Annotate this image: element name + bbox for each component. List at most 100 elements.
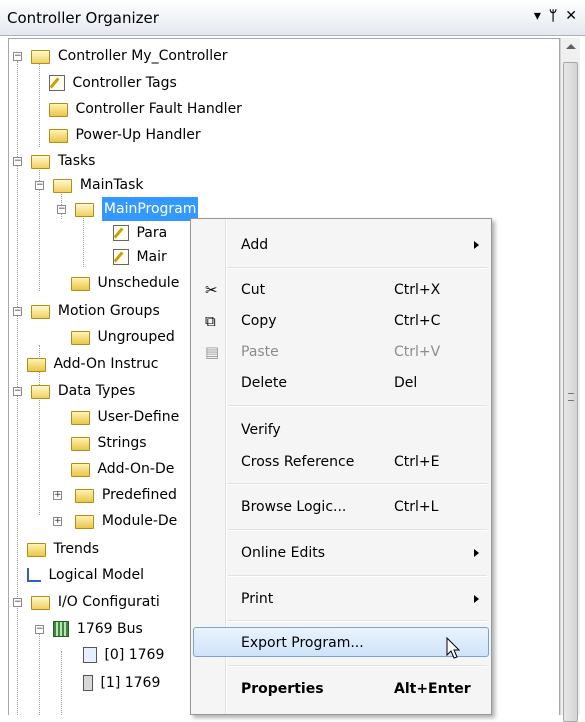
dropdown-icon[interactable]: ▾ [534,8,543,24]
menu-item-shortcut: Ctrl+V [394,344,441,360]
tree-item-fault-handler[interactable]: Controller Fault Handler [49,97,242,121]
menu-item-paste[interactable]: ▤ Paste Ctrl+V [193,337,489,367]
menu-item-print[interactable]: Print [193,584,489,614]
menu-item-online-edits[interactable]: Online Edits [193,538,489,568]
scroll-up-icon[interactable] [566,44,576,49]
collapse-icon[interactable]: − [35,625,44,634]
tree-item-strings[interactable]: Strings [71,431,147,455]
tree-item-add-on-instructions[interactable]: Add-On Instruc [27,352,158,376]
expand-icon[interactable]: + [53,517,62,526]
tree-item-controller[interactable]: − Controller My_Controller [13,44,227,68]
tree-line [83,215,84,267]
panel-title-bar: Controller Organizer ▾ ᛘ ✕ [0,0,585,36]
tree-item-power-up-handler[interactable]: Power-Up Handler [49,123,201,147]
folder-icon [49,103,68,117]
submenu-arrow-icon [474,549,479,557]
module-icon [83,675,93,691]
collapse-icon[interactable]: − [13,598,22,607]
menu-item-properties[interactable]: Properties Alt+Enter [193,674,489,704]
close-icon[interactable]: ✕ [565,8,579,24]
menu-item-verify[interactable]: Verify [193,415,489,445]
open-folder-icon [31,155,51,169]
tree-item-controller-tags[interactable]: Controller Tags [49,71,177,95]
tag-icon [49,75,65,91]
collapse-icon[interactable]: − [13,52,22,61]
program-icon [75,203,95,217]
expand-icon[interactable]: + [53,491,62,500]
tree-item-mainroutine[interactable]: Mair [113,245,167,269]
tree-item-label: Module-De [101,513,178,529]
folder-icon [27,358,46,372]
collapse-icon[interactable]: − [57,205,66,214]
tree-item-label: Add-On Instruc [53,356,159,372]
datatype-icon [71,463,90,477]
tree-item-label: Trends [53,541,100,557]
menu-separator [228,405,487,407]
menu-item-add[interactable]: Add [193,230,489,260]
folder-icon [49,129,68,143]
collapse-icon[interactable]: − [13,157,22,166]
tree-item-module-defined[interactable]: + Module-De [53,509,177,533]
tree-item-label: Predefined [101,487,177,503]
tree-item-label: MainTask [79,177,144,193]
menu-item-shortcut: Del [394,375,418,391]
collapse-icon[interactable]: − [13,307,22,316]
tree-item-io-configuration[interactable]: − I/O Configurati [13,590,160,614]
tree-item-tasks[interactable]: − Tasks [13,149,95,173]
tree-item-predefined[interactable]: + Predefined [53,483,177,507]
scroll-grip-icon [568,393,574,401]
menu-separator [228,267,487,269]
menu-item-export-program[interactable]: Export Program... [193,627,489,657]
menu-item-cut[interactable]: ✂ Cut Ctrl+X [193,275,489,305]
copy-icon: ⧉ [205,312,216,330]
menu-separator [228,529,487,531]
tree-item-unscheduled[interactable]: Unschedule [71,271,179,295]
collapse-icon[interactable]: − [35,181,44,190]
tree-item-mainprogram[interactable]: − MainProgram [57,197,199,221]
tree-item-user-defined[interactable]: User-Define [71,405,179,429]
tree-item-module-1[interactable]: [1] 1769 [83,671,160,695]
tree-item-parameters[interactable]: Para [113,221,167,245]
menu-item-label: Online Edits [241,545,326,561]
tree-item-trends[interactable]: Trends [27,537,99,561]
menu-item-browse-logic[interactable]: Browse Logic... Ctrl+L [193,492,489,522]
collapse-icon[interactable]: − [13,387,22,396]
scrollbar-thumb[interactable] [563,62,578,722]
tree-item-1769-bus[interactable]: − 1769 Bus [35,617,143,641]
menu-item-label: Delete [241,375,287,391]
tree-item-label: [0] 1769 [104,647,165,663]
menu-item-label: Cut [241,282,266,298]
menu-item-shortcut: Ctrl+E [394,454,440,470]
open-folder-icon [31,305,51,319]
tree-item-logical-model[interactable]: Logical Model [27,563,144,587]
tree-item-label: Controller Tags [72,75,177,91]
tree-item-label: Strings [97,435,147,451]
tree-item-label: 1769 Bus [76,621,143,637]
tree-item-label: Logical Model [48,567,144,583]
vertical-scrollbar[interactable] [560,38,580,722]
bus-icon [53,621,70,637]
tree-item-add-on-defined[interactable]: Add-On-De [71,457,174,481]
menu-item-label: Print [241,591,274,607]
submenu-arrow-icon [474,241,479,249]
menu-item-label: Copy [241,313,277,329]
pin-icon[interactable]: ᛘ [549,8,559,24]
tree-item-ungrouped[interactable]: Ungrouped [71,325,175,349]
menu-item-delete[interactable]: Delete Del [193,368,489,398]
tree-item-label: Controller My_Controller [57,48,228,64]
tree-item-label: Para [136,225,168,241]
tree-item-data-types[interactable]: − Data Types [13,379,135,403]
panel-buttons: ▾ ᛘ ✕ [528,8,579,24]
tree-item-maintask[interactable]: − MainTask [35,173,144,197]
menu-item-label: Paste [241,344,279,360]
tree-item-module-0[interactable]: [0] 1769 [83,643,164,667]
cut-icon: ✂ [205,281,218,299]
tree-item-label: Data Types [57,383,136,399]
tree-item-label: Ungrouped [97,329,175,345]
menu-item-cross-reference[interactable]: Cross Reference Ctrl+E [193,447,489,477]
tree-line [61,651,62,715]
tree-item-label-selected: MainProgram [101,197,199,221]
menu-item-copy[interactable]: ⧉ Copy Ctrl+C [193,306,489,336]
tree-item-motion-groups[interactable]: − Motion Groups [13,299,160,323]
menu-item-shortcut: Alt+Enter [394,681,471,697]
